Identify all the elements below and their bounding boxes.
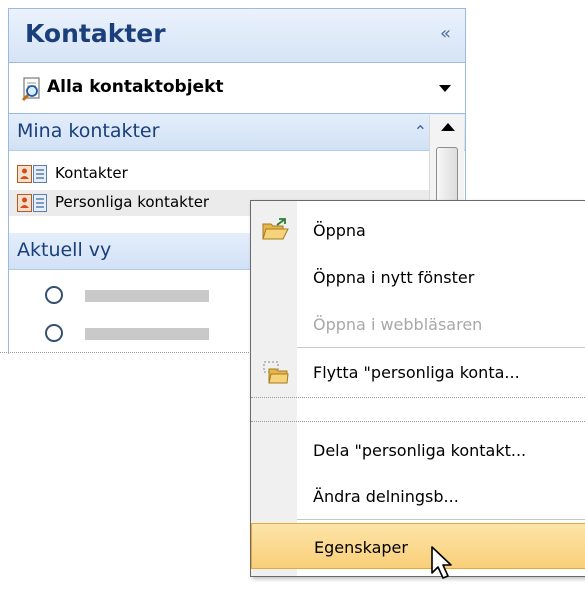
menu-item-change-sharing[interactable]: Ändra delningsb... <box>251 473 585 519</box>
menu-item-open-new-window[interactable]: Öppna i nytt fönster <box>251 254 585 300</box>
menu-item-label: Egenskaper <box>314 538 408 557</box>
nav-title: Kontakter <box>25 19 166 48</box>
radio-button[interactable] <box>45 324 63 342</box>
view-option-row[interactable] <box>45 322 245 348</box>
move-folder-icon <box>263 361 289 384</box>
folder-label: Personliga kontakter <box>55 193 210 211</box>
dropdown-arrow-icon[interactable] <box>439 85 451 92</box>
contact-card-icon <box>17 165 47 183</box>
menu-item-label: Öppna i nytt fönster <box>313 268 475 287</box>
contact-card-icon <box>17 194 47 212</box>
menu-item-label: Flytta "personliga konta... <box>313 363 520 382</box>
section-header-mina-kontakter[interactable]: Mina kontakter ⌃ <box>9 114 465 151</box>
menu-item-share[interactable]: Dela "personliga kontakt... <box>251 427 585 473</box>
context-menu: Öppna Öppna i nytt fönster Öppna i webbl… <box>250 200 585 577</box>
collapse-section-icon[interactable]: ⌃ <box>414 122 427 141</box>
menu-item-move[interactable]: Flytta "personliga konta... <box>251 349 585 395</box>
view-selector-dropdown[interactable]: Alla kontaktobjekt <box>9 63 465 114</box>
menu-dotted-divider <box>251 397 585 398</box>
nav-header: Kontakter « <box>9 9 465 63</box>
radio-button[interactable] <box>45 286 63 304</box>
menu-dotted-divider <box>251 421 585 422</box>
folder-item-kontakter[interactable]: Kontakter <box>9 161 429 187</box>
redacted-view-label <box>85 328 209 340</box>
section-title-aktuell-vy: Aktuell vy <box>17 239 112 261</box>
menu-item-properties[interactable]: Egenskaper <box>251 523 585 569</box>
section-title-mina-kontakter: Mina kontakter <box>17 120 160 142</box>
open-folder-icon <box>262 218 289 240</box>
view-selector-label: Alla kontaktobjekt <box>47 77 224 97</box>
menu-item-label: Öppna i webbläsaren <box>313 315 483 334</box>
menu-item-open-in-browser[interactable]: Öppna i webbläsaren <box>251 301 585 347</box>
menu-separator <box>297 347 585 348</box>
menu-item-label: Ändra delningsb... <box>313 487 459 506</box>
contact-search-icon <box>21 77 40 102</box>
mouse-cursor-icon <box>431 546 452 579</box>
scroll-up-icon[interactable] <box>441 123 455 131</box>
redacted-view-label <box>85 290 209 302</box>
menu-item-label: Dela "personliga kontakt... <box>313 441 527 460</box>
stage: Kontakter « Alla kontaktobjekt Mina kont… <box>0 0 585 592</box>
folder-label: Kontakter <box>55 164 128 182</box>
menu-separator <box>297 519 585 520</box>
view-option-row[interactable] <box>45 284 245 310</box>
menu-item-label: Öppna <box>313 221 366 240</box>
menu-item-open[interactable]: Öppna <box>251 207 585 253</box>
collapse-pane-button[interactable]: « <box>440 23 451 44</box>
